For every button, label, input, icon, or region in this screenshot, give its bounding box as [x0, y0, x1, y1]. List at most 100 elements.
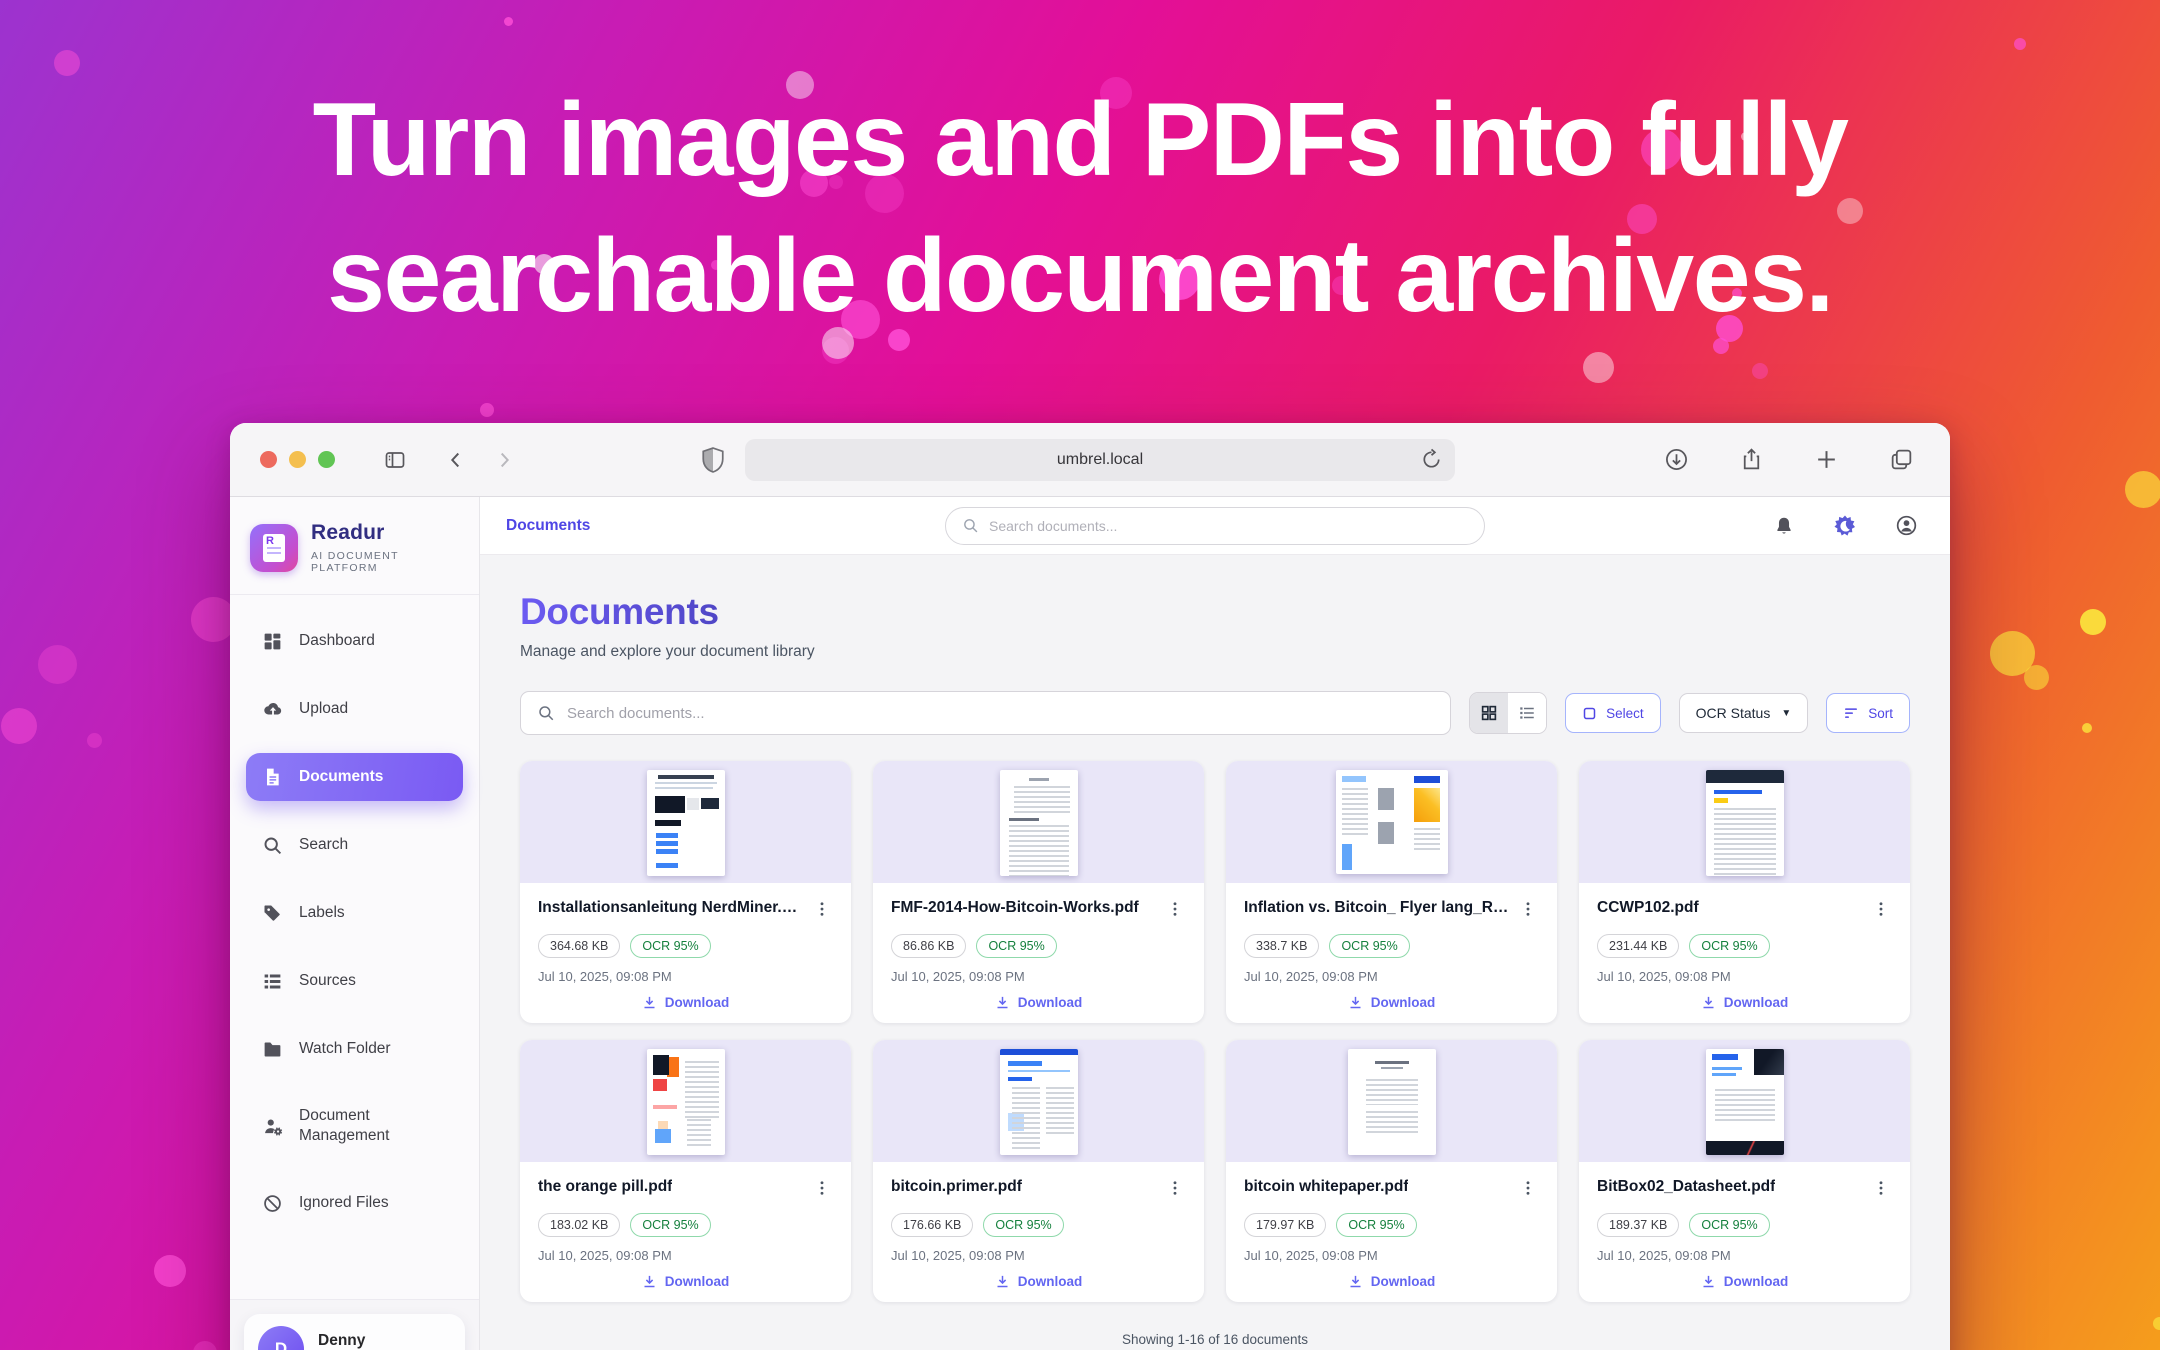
global-search[interactable] — [945, 507, 1485, 545]
dashboard-icon — [262, 630, 284, 652]
kebab-menu-icon[interactable] — [1517, 898, 1539, 923]
document-card[interactable]: CCWP102.pdf 231.44 KB OCR 95% Jul 10, 20… — [1579, 761, 1910, 1023]
document-card[interactable]: bitcoin whitepaper.pdf 179.97 KB OCR 95%… — [1226, 1040, 1557, 1302]
document-icon — [262, 766, 284, 788]
download-link[interactable]: Download — [538, 1274, 833, 1289]
kebab-menu-icon[interactable] — [1164, 1177, 1186, 1202]
download-link[interactable]: Download — [1597, 995, 1892, 1010]
sidebar-toggle-icon[interactable] — [377, 442, 413, 478]
download-icon — [642, 995, 657, 1010]
download-link[interactable]: Download — [1244, 995, 1539, 1010]
document-card[interactable]: bitcoin.primer.pdf 176.66 KB OCR 95% Jul… — [873, 1040, 1204, 1302]
sort-button[interactable]: Sort — [1826, 693, 1910, 733]
documents-grid: Installationsanleitung NerdMiner.pdf 364… — [520, 761, 1910, 1302]
zoom-window-button[interactable] — [318, 451, 335, 468]
select-button[interactable]: Select — [1565, 693, 1661, 733]
document-card[interactable]: Inflation vs. Bitcoin_ Flyer lang_RGB.pd… — [1226, 761, 1557, 1023]
sidebar-item-documents[interactable]: Documents — [246, 753, 463, 801]
documents-toolbar: Select OCR Status ▼ Sort — [520, 691, 1910, 735]
document-name: CCWP102.pdf — [1597, 898, 1699, 917]
readur-app: Readur AI DOCUMENT PLATFORM Dashboard Up… — [230, 497, 1950, 1350]
ocr-status-badge: OCR 95% — [630, 934, 710, 958]
kebab-menu-icon[interactable] — [1870, 1177, 1892, 1202]
new-tab-icon[interactable] — [1808, 441, 1845, 478]
file-size-badge: 189.37 KB — [1597, 1213, 1679, 1237]
download-link[interactable]: Download — [538, 995, 833, 1010]
kebab-menu-icon[interactable] — [1870, 898, 1892, 923]
forward-button[interactable] — [487, 443, 521, 477]
global-search-input[interactable] — [989, 518, 1468, 534]
brand-name: Readur — [311, 521, 459, 545]
sidebar-item-upload[interactable]: Upload — [246, 685, 463, 733]
account-icon[interactable] — [1889, 508, 1924, 543]
sidebar-item-document-management[interactable]: Document Management — [246, 1093, 463, 1159]
sidebar-item-watch-folder[interactable]: Watch Folder — [246, 1025, 463, 1073]
document-name: bitcoin whitepaper.pdf — [1244, 1177, 1408, 1196]
download-icon — [1348, 1274, 1363, 1289]
readur-logo-icon — [250, 524, 298, 572]
download-link[interactable]: Download — [891, 995, 1186, 1010]
kebab-menu-icon[interactable] — [811, 1177, 833, 1202]
minimize-window-button[interactable] — [289, 451, 306, 468]
kebab-menu-icon[interactable] — [811, 898, 833, 923]
ignore-icon — [262, 1192, 284, 1214]
file-size-badge: 179.97 KB — [1244, 1213, 1326, 1237]
back-button[interactable] — [439, 443, 473, 477]
document-date: Jul 10, 2025, 09:08 PM — [891, 1248, 1186, 1263]
download-icon — [642, 1274, 657, 1289]
ocr-status-dropdown[interactable]: OCR Status ▼ — [1679, 693, 1809, 733]
document-card[interactable]: Installationsanleitung NerdMiner.pdf 364… — [520, 761, 851, 1023]
download-link[interactable]: Download — [1597, 1274, 1892, 1289]
documents-search-input[interactable] — [567, 705, 1434, 722]
sidebar-item-search[interactable]: Search — [246, 821, 463, 869]
decorative-dot — [1752, 363, 1768, 379]
document-name: Inflation vs. Bitcoin_ Flyer lang_RGB.pd… — [1244, 898, 1509, 917]
ocr-status-badge: OCR 95% — [1689, 934, 1769, 958]
sidebar-item-label: Search — [299, 835, 348, 855]
sidebar-item-label: Ignored Files — [299, 1193, 389, 1213]
download-label: Download — [1371, 1274, 1436, 1289]
close-window-button[interactable] — [260, 451, 277, 468]
document-name: bitcoin.primer.pdf — [891, 1177, 1022, 1196]
kebab-menu-icon[interactable] — [1517, 1177, 1539, 1202]
download-link[interactable]: Download — [1244, 1274, 1539, 1289]
list-view-button[interactable] — [1508, 693, 1546, 733]
file-size-badge: 183.02 KB — [538, 1213, 620, 1237]
decorative-dot — [193, 1341, 217, 1350]
decorative-dot — [1, 708, 37, 744]
kebab-menu-icon[interactable] — [1164, 898, 1186, 923]
document-card[interactable]: the orange pill.pdf 183.02 KB OCR 95% Ju… — [520, 1040, 851, 1302]
document-card[interactable]: BitBox02_Datasheet.pdf 189.37 KB OCR 95%… — [1579, 1040, 1910, 1302]
grid-view-button[interactable] — [1470, 693, 1508, 733]
share-icon[interactable] — [1733, 441, 1770, 478]
notifications-bell-icon[interactable] — [1767, 509, 1801, 543]
sidebar-item-sources[interactable]: Sources — [246, 957, 463, 1005]
download-link[interactable]: Download — [891, 1274, 1186, 1289]
sidebar-item-ignored-files[interactable]: Ignored Files — [246, 1179, 463, 1227]
sidebar-item-labels[interactable]: Labels — [246, 889, 463, 937]
documents-search[interactable] — [520, 691, 1451, 735]
document-card[interactable]: FMF-2014-How-Bitcoin-Works.pdf 86.86 KB … — [873, 761, 1204, 1023]
downloads-icon[interactable] — [1658, 441, 1695, 478]
decorative-dot — [2125, 471, 2160, 508]
document-name: BitBox02_Datasheet.pdf — [1597, 1177, 1775, 1196]
user-card[interactable]: D Denny admin@readur.com — [244, 1314, 465, 1350]
download-label: Download — [1724, 995, 1789, 1010]
tab-overview-icon[interactable] — [1883, 441, 1920, 478]
reload-icon[interactable] — [1420, 448, 1443, 476]
checkbox-icon — [1582, 706, 1597, 721]
file-size-badge: 338.7 KB — [1244, 934, 1319, 958]
address-bar[interactable]: umbrel.local — [745, 439, 1455, 481]
ocr-status-badge: OCR 95% — [1689, 1213, 1769, 1237]
document-thumbnail — [873, 1040, 1204, 1162]
decorative-dot — [504, 17, 513, 26]
document-date: Jul 10, 2025, 09:08 PM — [1597, 1248, 1892, 1263]
sidebar-item-dashboard[interactable]: Dashboard — [246, 617, 463, 665]
theme-toggle-icon[interactable] — [1827, 508, 1863, 544]
brand-tagline: AI DOCUMENT PLATFORM — [311, 550, 459, 574]
privacy-shield-icon — [700, 445, 726, 480]
browser-actions — [1658, 441, 1920, 478]
sidebar-item-label: Labels — [299, 903, 345, 923]
download-label: Download — [1724, 1274, 1789, 1289]
breadcrumb[interactable]: Documents — [506, 517, 590, 535]
